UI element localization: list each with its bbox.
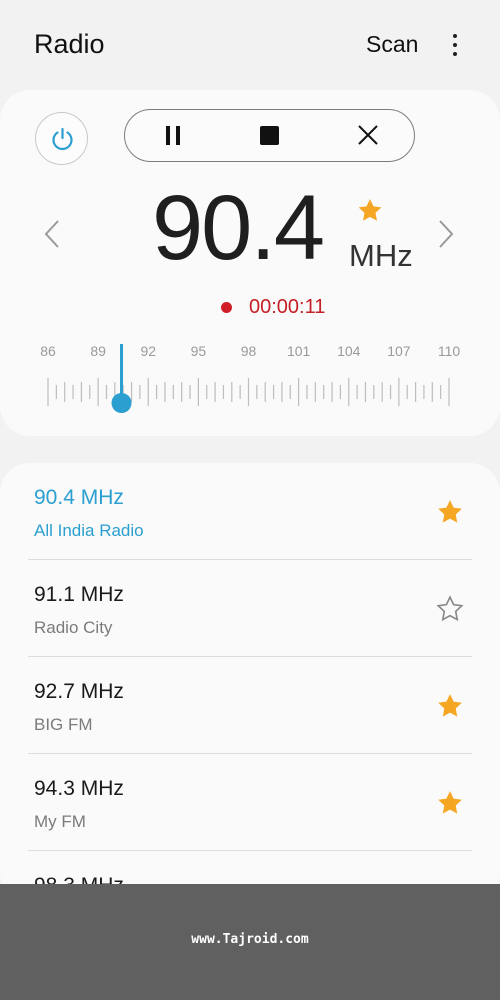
close-icon [358,125,378,145]
watermark-text: www.Tajroid.com [191,932,309,947]
station-list: 90.4 MHz All India Radio 91.1 MHz Radio … [0,463,500,903]
tuner-label: 104 [337,343,361,359]
favorite-star-icon[interactable] [356,197,384,224]
tuner-handle[interactable] [111,393,132,413]
station-name: BIG FM [34,715,93,734]
watermark-bar: www.Tajroid.com [0,884,500,1000]
next-station-icon[interactable] [436,218,456,250]
favorite-star-icon[interactable] [436,595,464,623]
tuner-label: 89 [90,343,106,359]
recording-indicator [221,302,232,313]
scan-button[interactable]: Scan [366,31,418,58]
frequency-unit: MHz [349,238,413,273]
power-icon [52,127,73,151]
station-frequency: 91.1 MHz [34,583,124,606]
app-title: Radio [34,29,105,59]
favorite-star-icon[interactable] [436,692,464,720]
tuner-label: 101 [287,343,311,359]
station-name: Radio City [34,618,113,637]
frequency-tuner[interactable]: 86 89 92 95 98 101 104 107 110 [0,340,500,420]
stop-button[interactable] [240,110,300,160]
station-frequency: 94.3 MHz [34,777,124,800]
station-item[interactable]: 90.4 MHz All India Radio [0,463,500,560]
app-bar: Radio Scan [0,0,500,90]
tuner-label: 95 [191,343,207,359]
station-frequency: 90.4 MHz [34,486,124,509]
recording-time: 00:00:11 [249,296,326,318]
station-name: My FM [34,812,86,831]
player-card: 90.4 MHz 00:00:11 86 89 92 95 98 101 104 107 110 [0,90,500,436]
station-name: All India Radio [34,521,144,540]
previous-station-icon[interactable] [42,218,62,250]
close-button[interactable] [338,110,398,160]
tuner-label: 92 [140,343,156,359]
current-frequency: 90.4 [152,177,325,279]
tuner-label: 107 [387,343,411,359]
tuner-label: 110 [438,343,461,359]
station-frequency: 92.7 MHz [34,680,124,703]
favorite-star-icon[interactable] [436,498,464,526]
station-item[interactable]: 94.3 MHz My FM [0,754,500,851]
station-item[interactable]: 92.7 MHz BIG FM [0,657,500,754]
favorite-star-icon[interactable] [436,789,464,817]
playback-controls [124,109,415,162]
more-options-icon[interactable] [446,32,464,60]
station-item[interactable]: 91.1 MHz Radio City [0,560,500,657]
pause-button[interactable] [143,110,203,160]
power-button[interactable] [35,112,88,165]
tuner-label: 86 [40,343,56,359]
tuner-label: 98 [241,343,257,359]
